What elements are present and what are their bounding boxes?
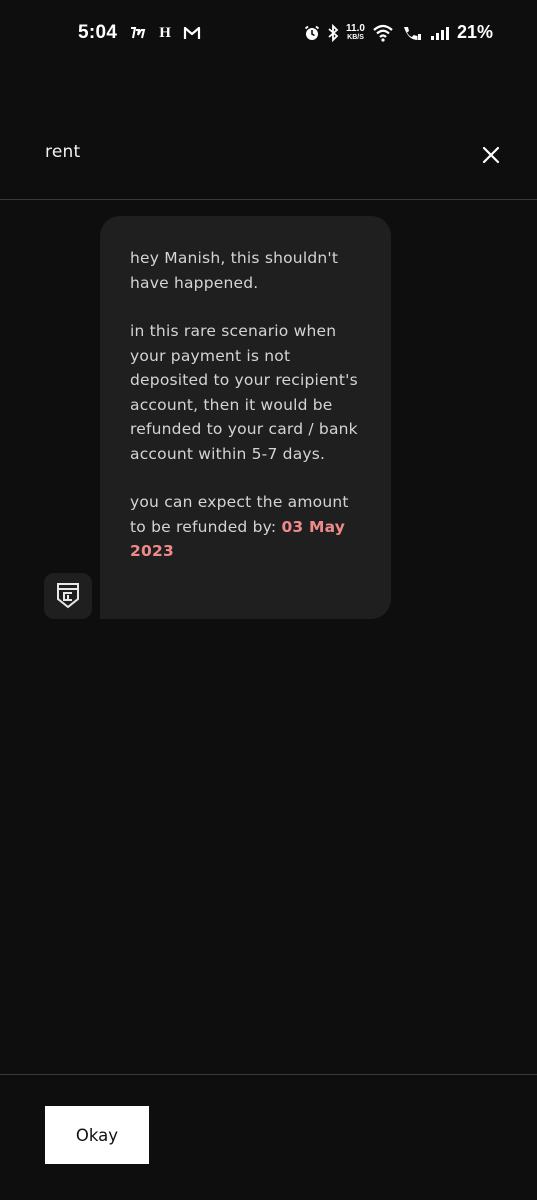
message-greeting: hey Manish, this shouldn't have happened… bbox=[130, 249, 339, 292]
message-refund-line: you can expect the amount to be refunded… bbox=[130, 490, 365, 564]
close-icon bbox=[482, 146, 500, 164]
wifi-icon bbox=[372, 24, 394, 42]
network-speed-unit: KB/S bbox=[347, 33, 364, 41]
network-speed-value: 11.0 bbox=[346, 22, 365, 34]
chat-header: rent bbox=[0, 110, 537, 200]
status-time: 5:04 bbox=[78, 22, 118, 43]
close-button[interactable] bbox=[476, 140, 506, 170]
bluetooth-icon bbox=[327, 23, 339, 42]
wifi-calling-icon bbox=[401, 24, 423, 42]
okay-button[interactable]: Okay bbox=[45, 1106, 149, 1164]
status-bar: 5:04 H 11.0 KB/S 21% bbox=[0, 0, 537, 70]
message-body: in this rare scenario when your payment … bbox=[130, 322, 358, 463]
battery-percentage: 21% bbox=[456, 22, 493, 42]
footer-divider bbox=[0, 1074, 537, 1075]
network-speed: 11.0 KB/S bbox=[346, 22, 365, 42]
signal-icon bbox=[430, 25, 450, 41]
status-right: 11.0 KB/S 21% bbox=[304, 22, 493, 43]
message-bubble: hey Manish, this shouldn't have happened… bbox=[100, 216, 391, 619]
bot-avatar bbox=[44, 573, 92, 619]
gmail-icon bbox=[183, 26, 201, 40]
hotstar-icon: H bbox=[159, 24, 171, 41]
alarm-icon bbox=[304, 25, 320, 41]
page-title: rent bbox=[45, 142, 81, 162]
status-left: 5:04 H bbox=[78, 22, 201, 44]
cred-logo-icon bbox=[57, 583, 79, 609]
paytm-icon bbox=[129, 26, 147, 40]
